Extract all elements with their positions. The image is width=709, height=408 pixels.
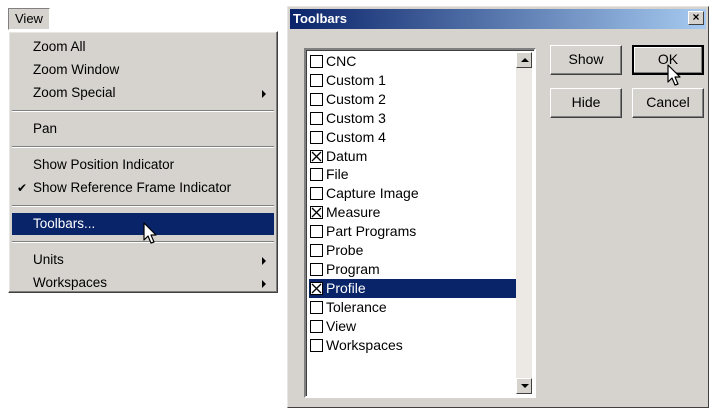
toolbar-item-label: Datum xyxy=(326,147,368,164)
cross-check-icon xyxy=(311,207,322,218)
menu-item-label: Zoom All xyxy=(33,39,86,54)
menu-item-label: Zoom Special xyxy=(33,85,116,100)
toolbar-item-label: Custom 3 xyxy=(326,109,386,126)
menu-item-label: Pan xyxy=(33,121,58,136)
menu-item[interactable]: Zoom Window xyxy=(12,59,274,81)
menu-separator xyxy=(12,146,274,148)
checkbox[interactable] xyxy=(310,130,323,144)
toolbar-item-label: View xyxy=(326,317,357,334)
checkbox[interactable] xyxy=(310,225,323,239)
dialog-title: Toolbars xyxy=(293,11,347,26)
toolbar-list-item[interactable]: Custom 3 xyxy=(309,109,516,128)
toolbar-list-item[interactable]: Datum xyxy=(309,147,516,166)
menu-item[interactable]: Zoom All xyxy=(12,36,274,58)
menu-item-label: Zoom Window xyxy=(33,62,120,77)
view-menu-title[interactable]: View xyxy=(8,8,50,30)
close-button[interactable]: × xyxy=(688,11,704,25)
scroll-down-arrow-icon xyxy=(521,384,529,388)
toolbar-list-item[interactable]: Profile xyxy=(309,278,516,298)
mouse-pointer-icon xyxy=(143,222,157,244)
toolbar-list-item[interactable]: CNC xyxy=(309,52,516,71)
toolbar-item-label: Part Programs xyxy=(326,223,417,240)
toolbar-list-item[interactable]: Probe xyxy=(309,241,516,260)
menu-item[interactable]: ✔ Show Reference Frame Indicator xyxy=(12,177,274,199)
submenu-arrow-icon xyxy=(262,90,266,98)
toolbar-item-label: Custom 1 xyxy=(326,71,386,88)
checkbox[interactable] xyxy=(310,92,323,106)
check-icon: ✔ xyxy=(17,181,28,195)
toolbar-item-label: CNC xyxy=(326,53,357,69)
checked-checkbox[interactable] xyxy=(310,281,323,295)
view-menu-popup: Zoom All Zoom Window Zoom Special Pan Show P… xyxy=(8,31,278,293)
toolbar-item-label: Program xyxy=(326,260,380,277)
toolbar-item-label: Custom 4 xyxy=(326,128,386,145)
menu-item-label: Units xyxy=(33,252,64,267)
toolbar-list-item[interactable]: Program xyxy=(309,260,516,279)
submenu-arrow-icon xyxy=(262,257,266,265)
toolbar-list-item[interactable]: Custom 1 xyxy=(309,71,516,90)
toolbar-item-label: Measure xyxy=(326,204,381,221)
mouse-pointer-icon xyxy=(667,64,681,86)
checkbox[interactable] xyxy=(310,168,323,182)
scroll-down-button[interactable] xyxy=(516,378,532,394)
menu-item-label: Show Position Indicator xyxy=(33,157,175,172)
toolbar-list-item[interactable]: Part Programs xyxy=(309,222,516,241)
toolbar-item-label: File xyxy=(326,166,349,183)
toolbar-item-label: Capture Image xyxy=(326,185,419,202)
toolbar-list-item[interactable]: Tolerance xyxy=(309,298,516,317)
cancel-button[interactable]: Cancel xyxy=(632,88,704,118)
cross-check-icon xyxy=(311,151,322,161)
scroll-up-arrow-icon xyxy=(521,58,529,62)
toolbar-list-item[interactable]: Workspaces xyxy=(309,336,516,355)
toolbar-list-item[interactable]: Custom 2 xyxy=(309,90,516,109)
toolbar-item-label: Custom 2 xyxy=(326,90,386,107)
toolbar-list-item[interactable]: Custom 4 xyxy=(309,128,516,147)
checkbox[interactable] xyxy=(310,319,323,333)
submenu-arrow-icon xyxy=(262,280,266,288)
checkbox[interactable] xyxy=(310,300,323,314)
checkbox[interactable] xyxy=(310,338,323,352)
checkbox[interactable] xyxy=(310,55,323,68)
toolbar-list-item[interactable]: Measure xyxy=(309,203,516,222)
toolbar-list-item[interactable]: View xyxy=(309,317,516,336)
checkbox[interactable] xyxy=(310,187,323,201)
scroll-up-button[interactable] xyxy=(516,52,532,68)
checkbox[interactable] xyxy=(310,262,323,276)
checkbox[interactable] xyxy=(310,73,323,87)
toolbar-item-label: Workspaces xyxy=(326,336,403,353)
toolbar-list-item[interactable]: Capture Image xyxy=(309,184,516,203)
menu-separator xyxy=(12,110,274,112)
toolbars-dialog: Toolbars × CNC Custom 1 Custom 2 Custom 3 Cu… xyxy=(287,6,709,408)
toolbar-item-label: Probe xyxy=(326,242,364,258)
dialog-titlebar[interactable]: Toolbars × xyxy=(290,9,706,29)
menu-item[interactable]: Units xyxy=(12,249,274,271)
checkbox[interactable] xyxy=(310,244,323,257)
checked-checkbox[interactable] xyxy=(310,206,323,220)
menu-item-label: Workspaces xyxy=(33,275,108,290)
checkbox[interactable] xyxy=(310,111,323,125)
toolbar-list-item[interactable]: File xyxy=(309,165,516,184)
toolbar-item-label: Profile xyxy=(326,279,366,296)
menu-item[interactable]: Zoom Special xyxy=(12,82,274,104)
toolbar-item-label: Tolerance xyxy=(326,298,387,315)
hide-button[interactable]: Hide xyxy=(550,88,622,118)
menu-item[interactable]: Pan xyxy=(12,118,274,140)
menu-item-label: Show Reference Frame Indicator xyxy=(33,180,232,195)
menu-item[interactable]: Workspaces xyxy=(12,272,274,294)
menu-item-label: Toolbars... xyxy=(33,216,96,231)
show-button[interactable]: Show xyxy=(550,45,622,75)
menu-separator xyxy=(12,205,274,207)
checked-checkbox[interactable] xyxy=(310,149,323,163)
toolbars-listbox[interactable]: CNC Custom 1 Custom 2 Custom 3 Custom 4 Datum… xyxy=(304,48,536,398)
cross-check-icon xyxy=(311,283,322,294)
menu-item[interactable]: Show Position Indicator xyxy=(12,154,274,176)
listbox-scrollbar[interactable] xyxy=(516,52,532,394)
